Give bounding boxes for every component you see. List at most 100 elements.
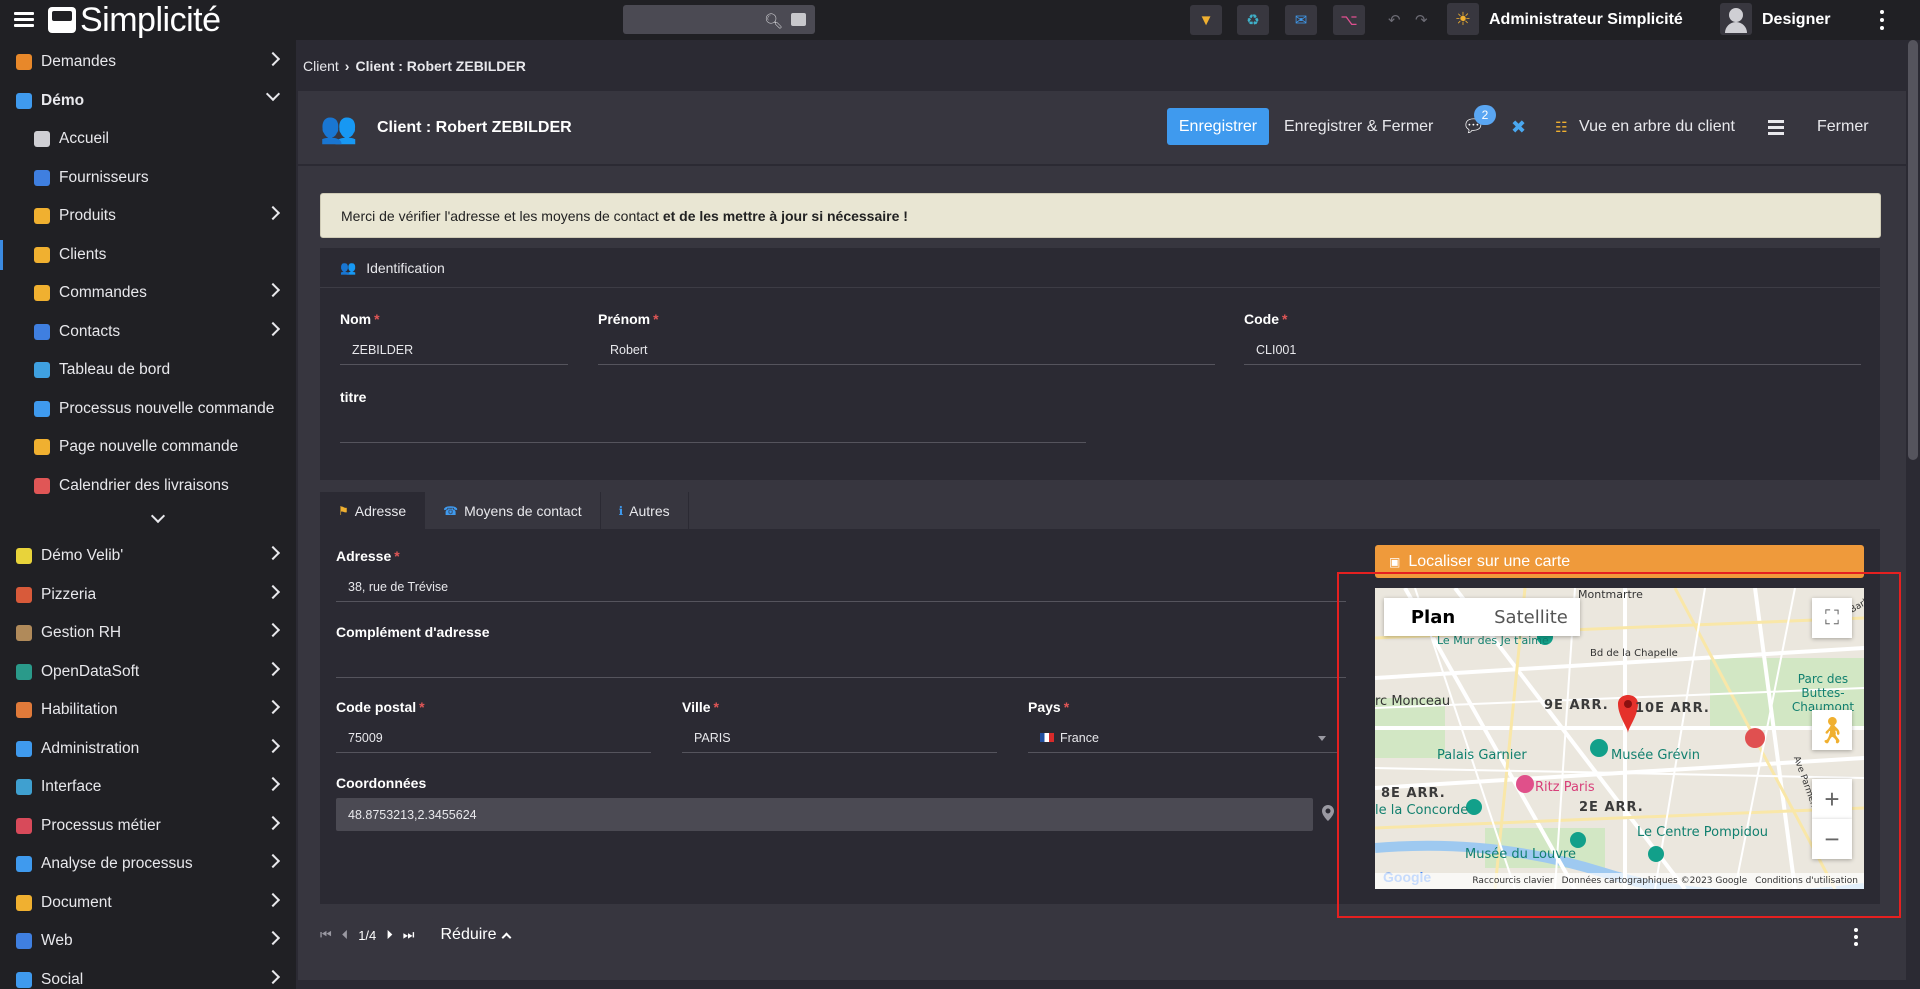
- sidebar-item-label: Pizzeria: [41, 585, 97, 603]
- sidebar-item-page-nouvelle-commande[interactable]: Page nouvelle commande: [0, 428, 296, 466]
- ville-label: Ville *: [682, 699, 719, 715]
- breadcrumb-parent[interactable]: Client: [303, 58, 339, 74]
- menu-icon[interactable]: [14, 12, 34, 28]
- tab-moyens-de-contact[interactable]: ☎ Moyens de contact: [425, 492, 601, 529]
- complement-field[interactable]: [336, 648, 1346, 678]
- keyboard-icon[interactable]: [791, 13, 806, 26]
- form-header: 👥 Client : Robert ZEBILDER Enregistrer E…: [298, 91, 1906, 165]
- search-icon[interactable]: 🔍︎: [764, 12, 783, 30]
- save-button[interactable]: Enregistrer: [1167, 108, 1269, 145]
- chevron-right-icon: [265, 815, 281, 830]
- logo[interactable]: Simplicité: [48, 2, 221, 38]
- next-page-icon[interactable]: ⏵︎: [386, 927, 393, 943]
- map-pin-icon[interactable]: [1322, 805, 1334, 821]
- menu-item-icon: [34, 246, 50, 263]
- menu-item-icon: [16, 92, 32, 109]
- previous-page-icon[interactable]: ⏴︎: [342, 927, 349, 943]
- identification-header[interactable]: 👥 Identification: [320, 248, 1880, 288]
- adresse-field[interactable]: 38, rue de Trévise: [336, 572, 1346, 602]
- ville-field[interactable]: PARIS: [682, 723, 997, 753]
- designer-avatar[interactable]: [1720, 3, 1752, 35]
- more-options-icon[interactable]: [1852, 928, 1860, 946]
- sidebar-item-gestion-rh[interactable]: Gestion RH: [0, 614, 296, 652]
- sidebar-item-label: Démo Velib': [41, 547, 124, 564]
- designer-name[interactable]: Designer: [1762, 11, 1830, 29]
- sidebar-item-opendatasoft[interactable]: OpenDataSoft: [0, 653, 296, 691]
- code-postal-label: Code postal *: [336, 699, 425, 715]
- menu-item-icon: [34, 400, 50, 417]
- sidebar-item-document[interactable]: Document: [0, 884, 296, 922]
- sidebar-item-interface[interactable]: Interface: [0, 768, 296, 806]
- coordonnees-field[interactable]: 48.8753213,2.3455624: [336, 798, 1313, 831]
- titre-field[interactable]: [340, 413, 1086, 443]
- user-name[interactable]: Administrateur Simplicité: [1489, 11, 1683, 29]
- chevron-right-icon: [265, 51, 281, 67]
- chevron-right-icon: [265, 282, 281, 298]
- redo-icon[interactable]: ↷: [1415, 11, 1428, 29]
- menu-item-icon: [16, 856, 32, 872]
- sidebar-item-web[interactable]: Web: [0, 922, 296, 960]
- comments-badge: 2: [1474, 105, 1496, 125]
- reduce-button[interactable]: Réduire: [430, 918, 520, 952]
- scrollbar[interactable]: [1908, 40, 1918, 460]
- user-avatar[interactable]: ☀: [1447, 3, 1479, 35]
- sidebar-item-d-mo[interactable]: Démo: [0, 82, 296, 120]
- pays-select[interactable]: France: [1028, 723, 1338, 753]
- sidebar-item-accueil[interactable]: Accueil: [0, 120, 296, 158]
- sidebar-item-produits[interactable]: Produits: [0, 197, 296, 235]
- sidebar-item-calendrier-des-livraisons[interactable]: Calendrier des livraisons: [0, 467, 296, 505]
- chevron-right-icon: [265, 321, 281, 336]
- menu-item-icon: [34, 477, 50, 494]
- sidebar-item-label: Tableau de bord: [59, 361, 171, 378]
- search-input[interactable]: 🔍︎: [623, 5, 815, 34]
- tree-icon[interactable]: ☷: [1555, 119, 1568, 136]
- code-field[interactable]: CLI001: [1244, 335, 1861, 365]
- tab-adresse[interactable]: ⚑ Adresse: [320, 492, 426, 529]
- titre-label: titre: [340, 389, 367, 405]
- nom-field[interactable]: ZEBILDER: [340, 335, 568, 365]
- sidebar-item-pizzeria[interactable]: Pizzeria: [0, 576, 296, 614]
- sidebar-item-clients[interactable]: Clients: [0, 236, 296, 274]
- chevron-right-icon: [265, 622, 281, 638]
- sidebar-item-analyse-de-processus[interactable]: Analyse de processus: [0, 845, 296, 883]
- sidebar-item-d-mo-velib[interactable]: Démo Velib': [0, 537, 296, 575]
- code-postal-field[interactable]: 75009: [336, 723, 651, 753]
- locate-on-map-label: Localiser sur une carte: [1408, 552, 1571, 570]
- sidebar-item-tableau-de-bord[interactable]: Tableau de bord: [0, 351, 296, 389]
- show-more-icon[interactable]: [150, 508, 166, 524]
- filter-icon[interactable]: ▼: [1190, 5, 1222, 35]
- share-icon[interactable]: ⌥: [1333, 5, 1365, 35]
- info-icon: ℹ: [618, 503, 624, 518]
- prenom-field[interactable]: Robert: [598, 335, 1215, 365]
- first-page-icon[interactable]: ⏮︎: [320, 927, 332, 943]
- mail-icon[interactable]: ✉: [1285, 5, 1317, 35]
- sidebar-item-commandes[interactable]: Commandes: [0, 274, 296, 312]
- menu-item-icon: [16, 586, 32, 603]
- more-options-icon[interactable]: [1878, 10, 1886, 30]
- chevron-down-icon: [265, 86, 281, 101]
- actions-menu-icon[interactable]: [1768, 120, 1784, 135]
- sidebar-item-processus-nouvelle-commande[interactable]: Processus nouvelle commande: [0, 390, 296, 428]
- save-close-button[interactable]: Enregistrer & Fermer: [1284, 118, 1433, 136]
- sidebar-item-label: Contacts: [59, 322, 121, 340]
- notice-text: Merci de vérifier l'adresse et les moyen…: [341, 207, 659, 224]
- map-icon: ▣: [1389, 554, 1401, 569]
- sidebar-item-habilitation[interactable]: Habilitation: [0, 691, 296, 729]
- sidebar-item-administration[interactable]: Administration: [0, 730, 296, 768]
- recycle-icon[interactable]: ♻: [1237, 5, 1269, 35]
- tab-autres[interactable]: ℹ Autres: [600, 492, 689, 529]
- undo-icon[interactable]: ↶: [1388, 11, 1401, 29]
- chevron-right-icon: [265, 892, 281, 907]
- tree-view-button[interactable]: Vue en arbre du client: [1579, 118, 1735, 136]
- close-button[interactable]: Fermer: [1817, 118, 1869, 136]
- sidebar-item-contacts[interactable]: Contacts: [0, 313, 296, 351]
- tools-icon[interactable]: ✖: [1511, 117, 1526, 138]
- sidebar-item-fournisseurs[interactable]: Fournisseurs: [0, 159, 296, 197]
- sidebar-item-processus-m-tier[interactable]: Processus métier: [0, 807, 296, 845]
- last-page-icon[interactable]: ⏭︎: [403, 927, 415, 943]
- sidebar-item-label: Analyse de processus: [41, 855, 193, 872]
- top-bar: Simplicité 🔍︎ ▼ ♻ ✉ ⌥ ↶ ↷ ☀ Administrate…: [0, 0, 1920, 40]
- notice-bold-text: et de les mettre à jour si nécessaire !: [662, 207, 908, 224]
- sidebar-item-social[interactable]: Social: [0, 961, 296, 989]
- sidebar-item-demandes[interactable]: Demandes: [0, 43, 296, 81]
